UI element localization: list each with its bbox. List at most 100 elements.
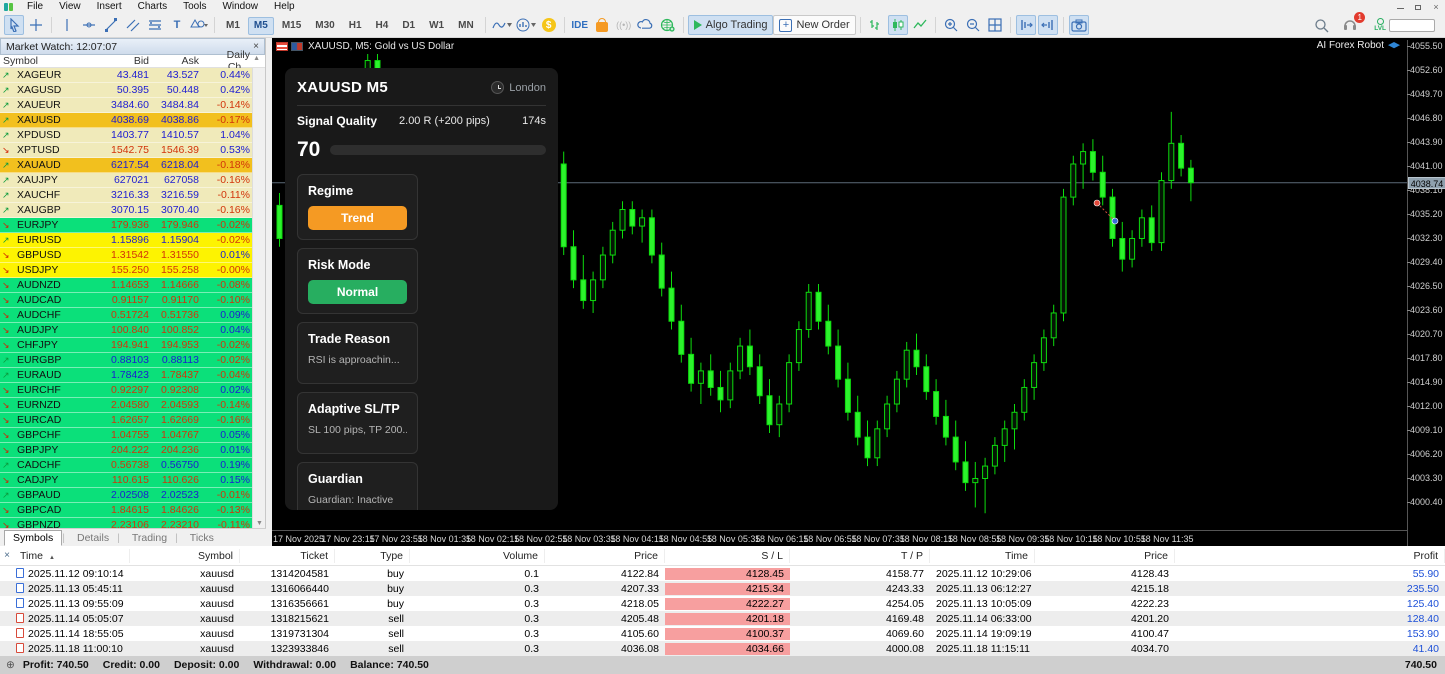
market-watch-row-gbpchf[interactable]: ↘ GBPCHF 1.04755 1.04767 0.05% [0,428,253,443]
market-watch-row-gbpnzd[interactable]: ↘ GBPNZD 2.23106 2.23210 -0.11% [0,518,253,528]
history-row[interactable]: 2025.11.13 05:45:11 xauusd 1316066440 buy 0.… [0,581,1445,596]
menu-tools[interactable]: Tools [175,1,214,12]
market-watch-header[interactable]: Symbol Bid Ask Daily Ch... ▲ [0,49,265,73]
timeframe-d1[interactable]: D1 [396,17,421,35]
market-watch-row-eurchf[interactable]: ↘ EURCHF 0.92297 0.92308 0.02% [0,383,253,398]
crosshair-tool-icon[interactable] [26,15,46,35]
timeframe-m5[interactable]: M5 [247,16,274,35]
new-order-button[interactable]: + New Order [773,15,856,35]
community-icon[interactable] [658,15,678,35]
toolbox-column-volume[interactable]: Volume [410,548,545,563]
timeframe-m1[interactable]: M1 [220,17,246,35]
timeframe-mn[interactable]: MN [452,17,480,35]
close-window-button[interactable]: × [1427,2,1445,12]
menu-insert[interactable]: Insert [89,1,130,12]
market-watch-row-chfjpy[interactable]: ↘ CHFJPY 194.941 194.953 -0.02% [0,338,253,353]
market-watch-row-audjpy[interactable]: ↘ AUDJPY 100.840 100.852 0.04% [0,323,253,338]
screenshot-icon[interactable] [1068,15,1089,35]
timeframe-h4[interactable]: H4 [370,17,395,35]
dock-right-icon[interactable] [1015,15,1036,35]
toolbox-column-profit[interactable]: Profit [1175,548,1445,563]
price-axis[interactable]: 4055.50 4052.60 4049.70 4046.80 4043.90 4041.… [1407,40,1445,546]
market-watch-row-eurusd[interactable]: ↗ EURUSD 1.15896 1.15904 -0.02% [0,233,253,248]
toolbox-column-symbol[interactable]: Symbol [130,548,240,563]
market-watch-row-gbpjpy[interactable]: ↘ GBPJPY 204.222 204.236 0.01% [0,443,253,458]
history-row[interactable]: 2025.11.12 09:10:14 xauusd 1314204581 buy 0.… [0,566,1445,581]
toolbox-column-price[interactable]: Price [1035,548,1175,563]
market-watch-row-xpdusd[interactable]: ↗ XPDUSD 1403.77 1410.57 1.04% [0,128,253,143]
tab-ticks[interactable]: Ticks [182,531,222,545]
channel-tool-icon[interactable] [123,15,143,35]
market-watch-row-xauaud[interactable]: ↗ XAUAUD 6217.54 6218.04 -0.18% [0,158,253,173]
depth-of-market-icon[interactable] [276,41,288,51]
tab-trading[interactable]: Trading [124,531,175,545]
timeframe-m30[interactable]: M30 [309,17,340,35]
trendline-tool-icon[interactable] [101,15,121,35]
close-toolbox-icon[interactable]: × [0,550,14,561]
toolbox-column-time[interactable]: Time ▲ [14,548,130,563]
menu-charts[interactable]: Charts [130,1,175,12]
candlestick-style-icon[interactable] [887,15,908,35]
close-icon[interactable]: × [253,41,259,52]
market-watch-row-audnzd[interactable]: ↘ AUDNZD 1.14653 1.14666 -0.08% [0,278,253,293]
market-watch-row-eurcad[interactable]: ↘ EURCAD 1.62657 1.62669 -0.16% [0,413,253,428]
toolbox-column-type[interactable]: Type [335,548,410,563]
quotes-icon[interactable]: $ [539,15,559,35]
market-watch-row-xagusd[interactable]: ↗ XAGUSD 50.395 50.448 0.42% [0,83,253,98]
market-watch-row-usdjpy[interactable]: ↘ USDJPY 155.250 155.258 -0.00% [0,263,253,278]
level-widget[interactable]: LVL [1374,18,1435,32]
tab-symbols[interactable]: Symbols [4,529,63,546]
market-watch-row-euraud[interactable]: ↗ EURAUD 1.78423 1.78437 -0.04% [0,368,253,383]
market-watch-row-audcad[interactable]: ↘ AUDCAD 0.91157 0.91170 -0.10% [0,293,253,308]
toolbox-column-sl[interactable]: S / L [665,548,790,563]
market-watch-row-xaugbp[interactable]: ↗ XAUGBP 3070.15 3070.40 -0.16% [0,203,253,218]
text-tool-icon[interactable]: T [167,15,187,35]
dock-left-icon[interactable] [1037,15,1058,35]
menu-view[interactable]: View [51,1,89,12]
market-watch-scrollbar[interactable]: ▼ [252,68,265,528]
chart-title-bar[interactable]: XAUUSD, M5: Gold vs US Dollar [272,38,1445,54]
toolbox-column-price[interactable]: Price [545,548,665,563]
market-watch-row-xaueur[interactable]: ↗ XAUEUR 3484.60 3484.84 -0.14% [0,98,253,113]
cloud-icon[interactable] [636,15,656,35]
restore-button[interactable] [1409,2,1427,12]
market-watch-row-gbpusd[interactable]: ↘ GBPUSD 1.31542 1.31550 0.01% [0,248,253,263]
time-axis[interactable]: 17 Nov 2025 17 Nov 23:15 17 Nov 23:55 18 No… [272,530,1407,546]
market-watch-row-xaujpy[interactable]: ↗ XAUJPY 627021 627058 -0.16% [0,173,253,188]
history-row[interactable]: 2025.11.14 18:55:05 xauusd 1319731304 sell 0… [0,626,1445,641]
risk-normal-button[interactable]: Normal [308,280,407,304]
indicators-icon[interactable] [515,15,537,35]
market-watch-row-cadchf[interactable]: ↗ CADCHF 0.56738 0.56750 0.19% [0,458,253,473]
ide-button[interactable]: IDE [570,15,590,35]
toolbox-column-time[interactable]: Time [930,548,1035,563]
scroll-up-icon[interactable]: ▲ [250,55,263,62]
timeframe-w1[interactable]: W1 [423,17,450,35]
toolbox-column-tp[interactable]: T / P [790,548,930,563]
market-watch-row-xauchf[interactable]: ↗ XAUCHF 3216.33 3216.59 -0.11% [0,188,253,203]
zoom-in-icon[interactable] [941,15,961,35]
tile-windows-icon[interactable] [985,15,1005,35]
market-watch-row-cadjpy[interactable]: ↘ CADJPY 110.615 110.626 0.15% [0,473,253,488]
toolbox-column-ticket[interactable]: Ticket [240,548,335,563]
market-watch-row-eurjpy[interactable]: ↘ EURJPY 179.936 179.946 -0.02% [0,218,253,233]
market-watch-row-gbpaud[interactable]: ↗ GBPAUD 2.02508 2.02523 -0.01% [0,488,253,503]
algo-trading-button[interactable]: Algo Trading [687,15,774,35]
market-watch-row-xptusd[interactable]: ↘ XPTUSD 1542.75 1546.39 0.53% [0,143,253,158]
expand-icon[interactable]: ⊕ [6,659,15,671]
signals-icon[interactable]: ((•)) [614,15,634,35]
history-row[interactable]: 2025.11.13 09:55:09 xauusd 1316356661 buy 0.… [0,596,1445,611]
vertical-line-tool-icon[interactable] [57,15,77,35]
timeframe-h1[interactable]: H1 [343,17,368,35]
market-watch-row-gbpcad[interactable]: ↘ GBPCAD 1.84615 1.84626 -0.13% [0,503,253,518]
fibonacci-tool-icon[interactable] [145,15,165,35]
market-watch-row-xageur[interactable]: ↗ XAGEUR 43.481 43.527 0.44% [0,68,253,83]
history-row[interactable]: 2025.11.18 11:00:10 xauusd 1323933846 sell 0… [0,641,1445,656]
zoom-out-icon[interactable] [963,15,983,35]
menu-window[interactable]: Window [214,1,266,12]
cursor-tool-icon[interactable] [4,15,24,35]
market-icon[interactable] [592,15,612,35]
market-watch-row-audchf[interactable]: ↘ AUDCHF 0.51724 0.51736 0.09% [0,308,253,323]
menu-file[interactable]: File [19,1,51,12]
regime-trend-button[interactable]: Trend [308,206,407,230]
market-watch-row-xauusd[interactable]: ↗ XAUUSD 4038.69 4038.86 -0.17% [0,113,253,128]
